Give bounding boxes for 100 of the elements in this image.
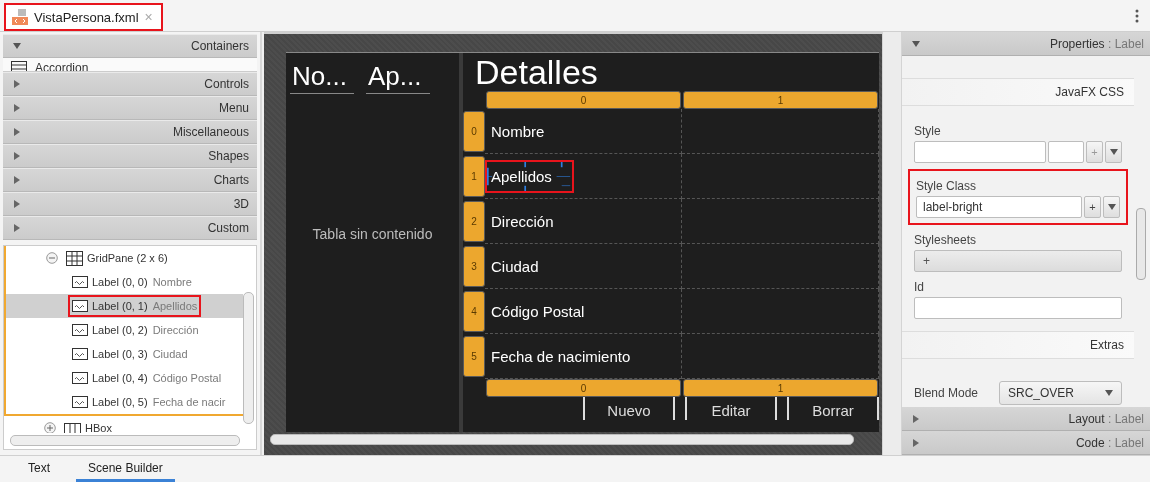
section-title: Containers [190, 39, 249, 53]
section-title: Charts [213, 173, 249, 187]
column-header[interactable]: No... [290, 61, 354, 94]
grid-icon [66, 250, 83, 266]
panel-title: Layout : Label [1068, 411, 1144, 426]
section-title: 3D [233, 197, 249, 211]
view-tab[interactable]: Text [16, 456, 62, 482]
accordion-icon [11, 61, 27, 71]
section-title: Shapes [208, 149, 249, 163]
tree-item-label[interactable]: Label (0, 1) [92, 300, 148, 312]
collapsed-arrow-icon [912, 414, 920, 423]
row-index-bar[interactable]: 1 [463, 156, 485, 197]
add-button[interactable]: + [1084, 196, 1101, 218]
tree-item-text: Fecha de nacir [152, 396, 226, 408]
grid-label[interactable]: Código Postal [485, 294, 607, 328]
section-title: JavaFX CSS [1055, 85, 1124, 99]
field-label: Style [914, 124, 942, 138]
style-class-field[interactable]: label-bright [916, 196, 1082, 218]
empty-table-message: Tabla sin contenido [312, 225, 433, 242]
splitter-bar[interactable] [882, 32, 902, 455]
id-field[interactable] [914, 297, 1122, 319]
collapsed-arrow-icon [912, 438, 920, 447]
label-icon [72, 372, 88, 384]
expanded-arrow-icon [912, 39, 920, 48]
document-tab[interactable]: VistaPersona.fxml × [4, 3, 163, 31]
row-index-bar[interactable]: 4 [463, 291, 485, 332]
horizontal-scrollbar[interactable] [270, 434, 854, 445]
horizontal-scrollbar[interactable] [10, 435, 240, 446]
label-icon [72, 276, 88, 288]
tree-item-label[interactable]: Label (0, 4) [92, 372, 148, 384]
tree-item-text: Dirección [152, 324, 199, 336]
selected-row[interactable]: Label (0, 1) Apellidos [6, 294, 243, 318]
column-index-bar[interactable]: 0 [486, 379, 681, 397]
view-tab[interactable]: Scene Builder [76, 456, 175, 482]
tree-item-label[interactable]: Label (0, 0) [92, 276, 148, 288]
library-section-header[interactable]: Shapes [3, 144, 257, 168]
label-icon [72, 396, 88, 408]
grid-label[interactable]: Ciudad [485, 249, 561, 283]
grid-label[interactable]: Fecha de nacimiento [485, 339, 653, 373]
library-section-header[interactable]: Miscellaneous [3, 120, 257, 144]
tree-item-text: Apellidos [152, 300, 198, 312]
field-label: Id [914, 280, 925, 294]
collapse-icon[interactable] [46, 252, 58, 264]
caret-icon [1105, 389, 1113, 397]
tree-item-label[interactable]: GridPane (2 x 6) [87, 252, 168, 264]
library-section-header[interactable]: 3D [3, 192, 257, 216]
vertical-scrollbar[interactable] [243, 292, 254, 424]
section-title: Controls [204, 77, 249, 91]
add-stylesheet-button[interactable]: + [914, 250, 1122, 272]
canvas-button[interactable]: Nuevo [583, 397, 675, 420]
tree-item-text: Ciudad [152, 348, 188, 360]
dropdown-button[interactable] [1103, 196, 1120, 218]
library-section-header[interactable]: Charts [3, 168, 257, 192]
column-index-bar[interactable]: 0 [486, 91, 681, 109]
expand-icon[interactable] [44, 422, 56, 433]
library-section-header[interactable]: Containers [3, 34, 257, 58]
field-label: Style Class [916, 179, 978, 193]
caret-icon [1107, 203, 1116, 211]
tree-item-label[interactable]: Label (0, 2) [92, 324, 148, 336]
row-index-bar[interactable]: 0 [463, 111, 485, 152]
tree-item-label[interactable]: Label (0, 3) [92, 348, 148, 360]
style-value-field[interactable] [1048, 141, 1084, 163]
caret-icon [1109, 148, 1118, 156]
grid-label[interactable]: Apellidos [485, 159, 574, 193]
blend-mode-dropdown[interactable]: SRC_OVER [999, 381, 1122, 405]
row-index-bar[interactable]: 2 [463, 201, 485, 242]
tree-item-text: Nombre [152, 276, 192, 288]
column-index-bar[interactable]: 1 [683, 379, 878, 397]
canvas-button[interactable]: Editar [685, 397, 777, 420]
columns-icon [64, 422, 81, 433]
panel-header[interactable]: Code : Label [902, 431, 1150, 455]
panel-header[interactable]: Layout : Label [902, 407, 1150, 431]
panel-title: Properties : Label [1049, 36, 1144, 51]
label-icon [72, 348, 88, 360]
canvas-button[interactable]: Borrar [787, 397, 879, 420]
tab-title: VistaPersona.fxml [34, 9, 139, 25]
section-title: Custom [207, 221, 249, 235]
panel-title: Code : Label [1075, 435, 1144, 450]
style-field[interactable] [914, 141, 1046, 163]
section-title: Miscellaneous [172, 125, 249, 139]
tree-item-label[interactable]: HBox [85, 422, 112, 433]
label-icon [72, 300, 88, 312]
column-index-bar[interactable]: 1 [683, 91, 878, 109]
dropdown-button[interactable] [1105, 141, 1122, 163]
vertical-scrollbar[interactable] [1136, 208, 1146, 280]
grid-label[interactable]: Dirección [485, 204, 576, 238]
row-index-bar[interactable]: 5 [463, 336, 485, 377]
library-section-header[interactable]: Custom [3, 216, 257, 240]
grid-label[interactable]: Nombre [485, 114, 567, 148]
row-index-bar[interactable]: 3 [463, 246, 485, 287]
column-header[interactable]: Ap... [366, 61, 430, 94]
field-label: Blend Mode [914, 386, 980, 400]
library-section-header[interactable]: Menu [3, 96, 257, 120]
panel-header[interactable]: Properties : Label [902, 32, 1150, 56]
tree-item-text: Código Postal [152, 372, 222, 384]
library-section-header[interactable]: Controls [3, 72, 257, 96]
fxml-file-icon [12, 9, 28, 25]
details-title: Detalles [474, 53, 599, 91]
tree-item-label[interactable]: Label (0, 5) [92, 396, 148, 408]
menu-icon[interactable] [1135, 9, 1139, 23]
